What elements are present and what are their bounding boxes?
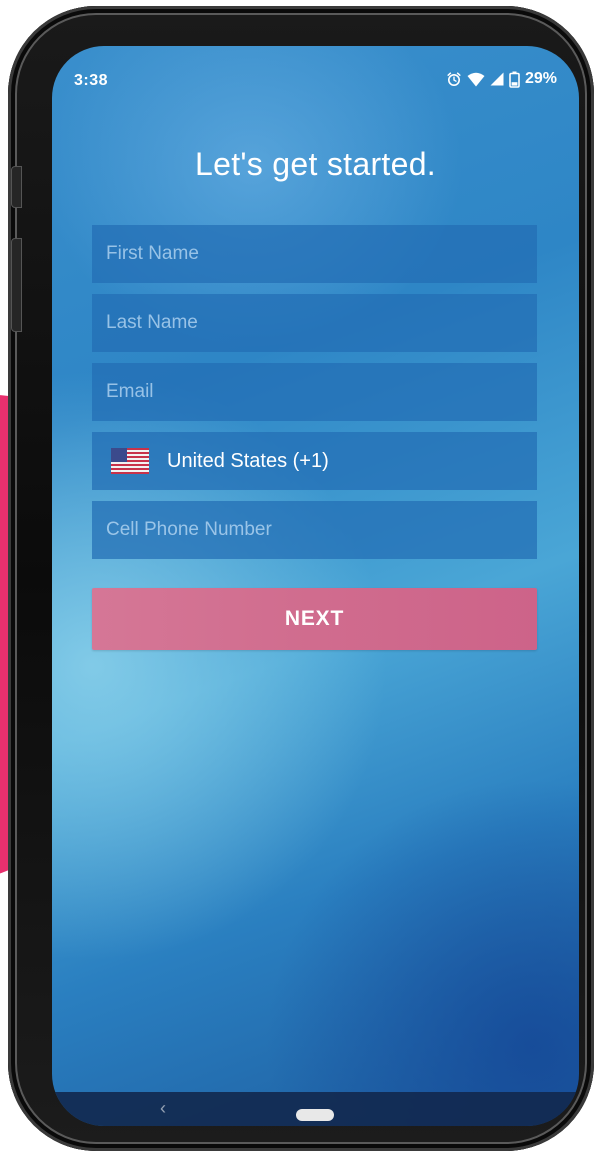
cell-phone-field[interactable] <box>92 501 537 559</box>
status-time: 3:38 <box>74 72 109 89</box>
country-label: United States (+1) <box>167 449 329 472</box>
status-bar: 3:38 29% <box>52 46 579 116</box>
first-name-input[interactable] <box>106 243 537 265</box>
phone-frame: 3:38 29% Let's get started. First Name L… <box>8 6 594 1151</box>
page-title: Let's get started. <box>195 146 436 182</box>
battery-percent: 29% <box>524 70 557 87</box>
system-nav-bar: ‹ <box>52 1092 579 1126</box>
phone-side-button <box>11 238 22 332</box>
cell-phone-input[interactable] <box>106 519 537 541</box>
next-button[interactable]: NEXT <box>92 588 537 650</box>
battery-icon <box>509 71 520 88</box>
wifi-icon <box>467 72 485 87</box>
status-icons: 29% <box>446 70 557 88</box>
back-nav-icon[interactable]: ‹ <box>160 1098 166 1119</box>
home-pill[interactable] <box>296 1109 334 1121</box>
country-selector[interactable]: United States (+1) <box>92 432 537 490</box>
us-flag-icon <box>111 448 149 474</box>
last-name-input[interactable] <box>106 312 537 334</box>
last-name-field[interactable] <box>92 294 537 352</box>
email-input[interactable] <box>106 381 537 403</box>
phone-screen: 3:38 29% Let's get started. First Name L… <box>52 46 579 1126</box>
alarm-icon <box>446 71 462 87</box>
signal-icon <box>490 72 504 86</box>
device-mockup: 3:38 29% Let's get started. First Name L… <box>0 0 597 1153</box>
phone-side-button <box>11 166 22 208</box>
email-field[interactable] <box>92 363 537 421</box>
first-name-field[interactable] <box>92 225 537 283</box>
